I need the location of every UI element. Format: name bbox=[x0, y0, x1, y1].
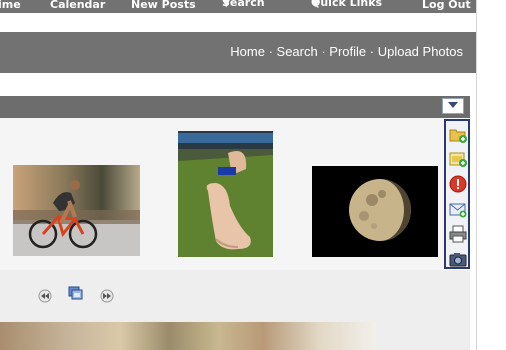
add-folder-button[interactable] bbox=[449, 126, 467, 144]
upload-photos-link[interactable]: Upload Photos bbox=[378, 44, 463, 59]
gallery-title-bar bbox=[0, 96, 470, 118]
home-link[interactable]: Home bbox=[230, 44, 265, 59]
profile-link[interactable]: Profile bbox=[329, 44, 366, 59]
nav-quick-links-label: Quick Links bbox=[311, 0, 383, 9]
nav-log-out-link[interactable]: Log Out bbox=[422, 0, 471, 11]
previous-button[interactable] bbox=[38, 288, 52, 307]
page-edge-divider bbox=[476, 0, 477, 350]
cyclist-photo[interactable] bbox=[13, 165, 140, 256]
fast-forward-icon bbox=[100, 289, 114, 303]
photo-action-toolbar bbox=[444, 119, 470, 269]
add-photo-icon bbox=[449, 152, 467, 167]
link-separator: · bbox=[264, 44, 277, 59]
search-link[interactable]: Search bbox=[277, 44, 318, 59]
collapse-button[interactable] bbox=[442, 98, 464, 114]
add-folder-icon bbox=[449, 129, 467, 143]
nav-calendar-link[interactable]: Calendar bbox=[50, 0, 105, 11]
camera-button[interactable] bbox=[449, 250, 467, 268]
moon-image bbox=[312, 166, 438, 257]
giant-foot-sculpture-photo[interactable] bbox=[178, 131, 273, 257]
add-photo-button[interactable] bbox=[449, 150, 467, 168]
camera-icon bbox=[449, 253, 467, 267]
slideshow-button[interactable] bbox=[68, 286, 84, 306]
gallery-stack-icon bbox=[68, 286, 83, 300]
link-separator: · bbox=[317, 44, 330, 59]
moon-photo[interactable] bbox=[312, 166, 438, 257]
header-links: Home · Search · Profile · Upload Photos bbox=[230, 44, 463, 59]
foot-sculpture-image bbox=[178, 131, 273, 257]
top-nav: ime Calendar New Posts Search ▼ Quick Li… bbox=[0, 0, 480, 13]
next-button[interactable] bbox=[100, 288, 114, 307]
collapse-arrow-icon bbox=[448, 102, 458, 108]
email-button[interactable] bbox=[449, 200, 467, 218]
dropdown-arrow-icon: ▼ bbox=[311, 0, 320, 9]
print-button[interactable] bbox=[449, 225, 467, 243]
report-button[interactable] bbox=[449, 175, 467, 193]
email-icon bbox=[449, 203, 467, 218]
header-bar: Home · Search · Profile · Upload Photos bbox=[0, 32, 477, 73]
featured-photo-strip bbox=[0, 322, 376, 350]
print-icon bbox=[449, 225, 467, 243]
cyclist-image bbox=[13, 165, 140, 256]
dropdown-arrow-icon: ▼ bbox=[222, 0, 231, 9]
link-separator: · bbox=[366, 44, 378, 59]
rewind-icon bbox=[38, 289, 52, 303]
report-icon bbox=[449, 175, 467, 193]
nav-home-link[interactable]: ime bbox=[0, 0, 21, 11]
nav-new-posts-link[interactable]: New Posts bbox=[131, 0, 196, 11]
page-margin bbox=[476, 0, 506, 350]
